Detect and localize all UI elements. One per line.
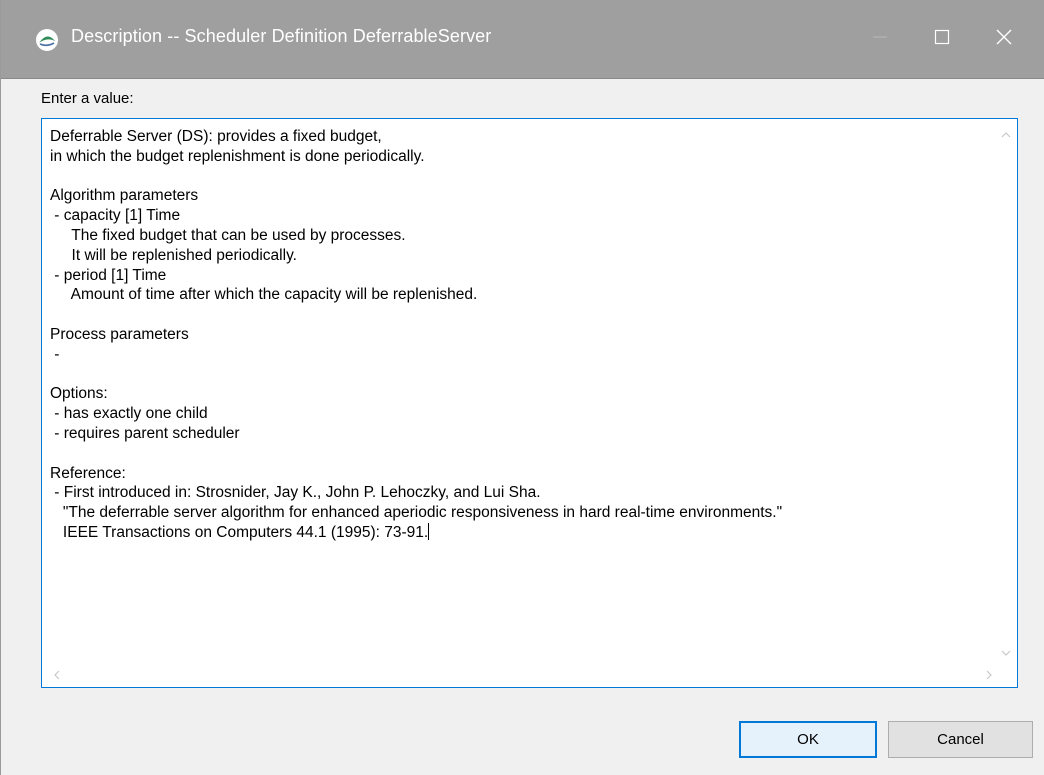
close-button[interactable] — [981, 0, 1027, 78]
prompt-label: Enter a value: — [41, 90, 134, 107]
minimize-icon — [873, 36, 887, 38]
ok-button-label: OK — [797, 731, 819, 748]
dialog-window: Description -- Scheduler Definition Defe… — [0, 0, 1044, 775]
text-line: - First introduced in: Strosnider, Jay K… — [50, 484, 541, 502]
close-icon — [996, 29, 1012, 45]
window-title: Description -- Scheduler Definition Defe… — [71, 26, 492, 46]
scroll-right-icon[interactable] — [982, 667, 996, 681]
text-line: - has exactly one child — [50, 405, 208, 423]
text-line: - — [50, 345, 60, 363]
text-line: - period [1] Time — [50, 266, 167, 284]
text-line: in which the budget replenishment is don… — [50, 147, 425, 165]
description-textarea[interactable]: Deferrable Server (DS): provides a fixed… — [41, 118, 1018, 688]
text-line: Options: — [50, 385, 108, 403]
text-line: Process parameters — [50, 325, 189, 343]
text-line: Algorithm parameters — [50, 187, 199, 205]
scroll-down-icon[interactable] — [999, 645, 1013, 659]
text-line: IEEE Transactions on Computers 44.1 (199… — [50, 523, 429, 541]
app-icon — [35, 28, 59, 52]
title-bar[interactable]: Description -- Scheduler Definition Defe… — [1, 0, 1044, 79]
text-line: It will be replenished periodically. — [50, 246, 297, 264]
text-line: Reference: — [50, 464, 126, 482]
cancel-button-label: Cancel — [937, 731, 984, 748]
text-caret — [428, 522, 430, 540]
text-line: The fixed budget that can be used by pro… — [50, 226, 406, 244]
scroll-up-icon[interactable] — [999, 127, 1013, 141]
text-line: "The deferrable server algorithm for enh… — [50, 504, 783, 522]
description-text[interactable]: Deferrable Server (DS): provides a fixed… — [50, 127, 990, 659]
minimize-button[interactable] — [857, 0, 903, 78]
text-line: Amount of time after which the capacity … — [50, 286, 478, 304]
ok-button[interactable]: OK — [739, 721, 877, 758]
text-line: - requires parent scheduler — [50, 424, 240, 442]
text-line: Deferrable Server (DS): provides a fixed… — [50, 128, 382, 145]
maximize-icon — [934, 29, 950, 45]
cancel-button[interactable]: Cancel — [888, 721, 1033, 758]
maximize-button[interactable] — [919, 0, 965, 78]
text-line: - capacity [1] Time — [50, 207, 181, 225]
scroll-left-icon[interactable] — [50, 667, 64, 681]
